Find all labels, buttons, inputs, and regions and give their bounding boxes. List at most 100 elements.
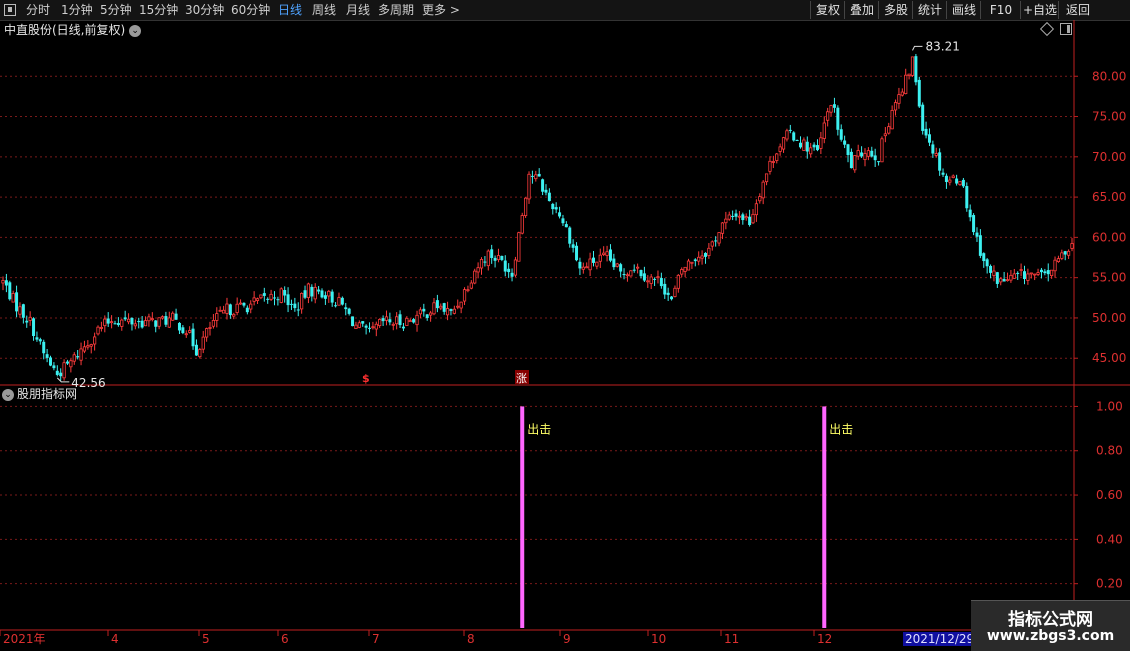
candle-body bbox=[656, 276, 660, 279]
tool-button[interactable]: 叠加 bbox=[844, 1, 879, 19]
tool-button[interactable]: +自选 bbox=[1020, 1, 1059, 19]
candle-body bbox=[462, 289, 467, 302]
candle-body bbox=[754, 203, 758, 216]
candle-body bbox=[259, 294, 263, 299]
candle-body bbox=[649, 276, 653, 284]
candle-body bbox=[982, 253, 986, 262]
menu-icon[interactable] bbox=[4, 4, 16, 16]
candle-body bbox=[510, 272, 514, 277]
date-label: 9 bbox=[563, 632, 571, 646]
candle-body bbox=[337, 297, 341, 306]
candle-body bbox=[809, 147, 813, 155]
candle-body bbox=[591, 257, 595, 263]
tool-button[interactable]: 画线 bbox=[946, 1, 981, 19]
candle-body bbox=[445, 308, 450, 316]
watermark-title: 指标公式网 bbox=[1008, 610, 1093, 630]
tool-button[interactable]: 返回 bbox=[1058, 1, 1097, 19]
chevron-down-icon[interactable]: ⌄ bbox=[129, 24, 142, 37]
candle-body bbox=[1009, 274, 1013, 281]
candle-body bbox=[218, 309, 222, 312]
signal-bar bbox=[822, 406, 827, 628]
candle-body bbox=[418, 309, 423, 315]
candle-body bbox=[703, 252, 707, 257]
tool-button[interactable]: F10 bbox=[980, 1, 1021, 19]
candle-body bbox=[177, 322, 181, 331]
candle-body bbox=[184, 333, 188, 336]
candle-body bbox=[4, 280, 8, 286]
candle-body bbox=[1022, 271, 1026, 279]
candle-body bbox=[731, 215, 735, 217]
candle-body bbox=[25, 320, 29, 323]
candle-body bbox=[778, 146, 782, 152]
period-tab[interactable]: 15分钟 bbox=[139, 0, 178, 20]
tool-button[interactable]: 多股 bbox=[878, 1, 913, 19]
candle-body bbox=[249, 303, 253, 310]
candle-body bbox=[1019, 269, 1023, 271]
candle-body bbox=[296, 309, 300, 311]
candle-body bbox=[93, 336, 97, 345]
chevron-down-icon[interactable]: ⌄ bbox=[2, 388, 14, 401]
candle-body bbox=[781, 137, 786, 150]
candle-body bbox=[272, 297, 276, 299]
candle-body bbox=[955, 178, 959, 184]
candle-body bbox=[530, 175, 534, 177]
period-tab[interactable]: 日线 bbox=[278, 0, 302, 20]
tool-button[interactable]: 复权 bbox=[810, 1, 845, 19]
candle-body bbox=[873, 155, 877, 161]
candle-body bbox=[408, 320, 412, 323]
candle-body bbox=[520, 215, 524, 234]
tool-button[interactable]: 统计 bbox=[912, 1, 947, 19]
period-tab[interactable]: 60分钟 bbox=[231, 0, 270, 20]
candle-body bbox=[303, 290, 307, 298]
candle-body bbox=[799, 142, 803, 148]
candle-body bbox=[934, 153, 938, 156]
candle-body bbox=[174, 313, 178, 320]
candle-body bbox=[154, 320, 158, 327]
candle-body bbox=[1012, 273, 1016, 279]
candle-body bbox=[28, 316, 32, 321]
date-label: 8 bbox=[467, 632, 475, 646]
diamond-icon[interactable] bbox=[1039, 21, 1055, 37]
candle-body bbox=[992, 270, 996, 276]
candle-body bbox=[554, 207, 558, 210]
period-tab[interactable]: 多周期 bbox=[378, 0, 414, 20]
candle-body bbox=[972, 215, 976, 233]
period-toolbar: 分时 1分钟 5分钟 15分钟 30分钟 60分钟 日线 周线 月线 多周期 更多 > 复权 叠加 多股… bbox=[0, 0, 1130, 21]
candle-body bbox=[995, 272, 999, 284]
candle-body bbox=[188, 330, 192, 333]
period-tab[interactable]: 周线 bbox=[312, 0, 336, 20]
candle-body bbox=[35, 337, 39, 340]
candle-body bbox=[374, 323, 378, 330]
candle-body bbox=[846, 144, 850, 155]
candle-body bbox=[205, 328, 209, 338]
period-tab[interactable]: 30分钟 bbox=[185, 0, 224, 20]
period-tab[interactable]: 分时 bbox=[26, 0, 50, 20]
candle-body bbox=[815, 145, 819, 151]
y-tick-label: 45.00 bbox=[1092, 351, 1126, 365]
period-tab[interactable]: 1分钟 bbox=[61, 0, 93, 20]
candle-body bbox=[921, 104, 925, 131]
candle-body bbox=[568, 227, 572, 244]
panel-toggle-icon[interactable] bbox=[1060, 23, 1072, 35]
candle-body bbox=[666, 292, 670, 295]
candle-body bbox=[524, 197, 528, 217]
candle-body bbox=[598, 254, 602, 262]
candle-body bbox=[232, 313, 236, 317]
candle-body bbox=[1060, 252, 1064, 259]
candle-body bbox=[415, 314, 419, 326]
candle-body bbox=[924, 128, 928, 136]
period-tab[interactable]: 5分钟 bbox=[100, 0, 132, 20]
candle-body bbox=[710, 241, 714, 247]
candle-body bbox=[605, 251, 609, 256]
candle-body bbox=[1002, 279, 1006, 282]
candle-body bbox=[788, 129, 792, 131]
candle-body bbox=[737, 215, 742, 218]
date-highlight-bg bbox=[903, 632, 973, 646]
y-tick-label: 65.00 bbox=[1092, 190, 1126, 204]
period-tab[interactable]: 月线 bbox=[346, 0, 370, 20]
candle-body bbox=[449, 309, 453, 311]
candle-body bbox=[866, 150, 870, 157]
period-tab[interactable]: 更多 > bbox=[422, 0, 460, 20]
candle-body bbox=[893, 102, 898, 111]
candle-body bbox=[198, 349, 202, 358]
